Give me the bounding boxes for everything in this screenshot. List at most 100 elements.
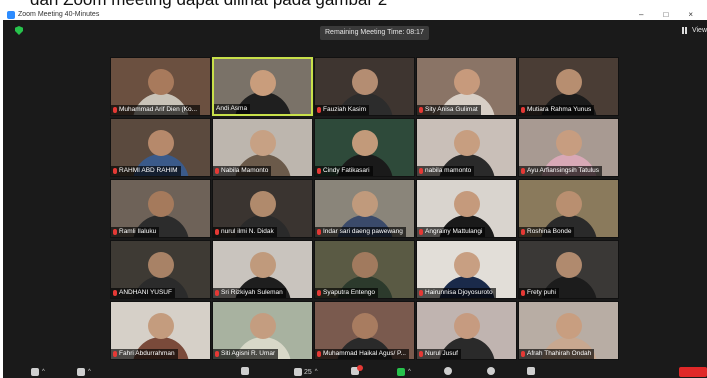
participant-tile[interactable]: nurul ilmi N. Didak	[212, 179, 313, 238]
mute-control[interactable]: ^	[31, 367, 45, 377]
participant-tile[interactable]: Andi Asma	[212, 57, 313, 116]
participant-tile[interactable]: Nurul Jusuf	[416, 301, 517, 360]
muted-microphone-icon	[419, 290, 423, 296]
participant-name-label: Frety puhi	[519, 288, 559, 298]
share-screen-icon	[397, 368, 405, 376]
participant-face	[147, 69, 174, 96]
participant-name-label: nurul ilmi N. Didak	[213, 227, 277, 237]
participant-name-label: Indar sari daeng pawewang	[315, 227, 406, 237]
chevron-up-icon[interactable]: ^	[88, 367, 91, 377]
participant-tile[interactable]: Sity Anisa Gulimat	[416, 57, 517, 116]
participant-tile[interactable]: Hairunnisa Djoyosuroto	[416, 240, 517, 299]
participant-name: Syaputra Entengo	[323, 289, 376, 296]
participants-icon	[294, 368, 302, 376]
chevron-up-icon[interactable]: ^	[42, 367, 45, 377]
participant-name-label: nabila mamonto	[417, 166, 475, 176]
chevron-up-icon[interactable]: ^	[408, 367, 411, 377]
participant-tile[interactable]: Sri Rizkiyah Suleman	[212, 240, 313, 299]
participant-name: Frety puhi	[527, 289, 556, 296]
participant-name: Mutiara Rahma Yunus	[527, 106, 592, 113]
participant-name: nabila mamonto	[425, 167, 472, 174]
participant-face	[453, 69, 480, 96]
muted-microphone-icon	[419, 351, 423, 357]
participant-name: Fahri Abdurrahman	[119, 350, 175, 357]
maximize-button[interactable]: □	[663, 9, 668, 20]
participant-tile[interactable]: Afrah Thahirah Ondah	[518, 301, 619, 360]
participant-face	[351, 313, 378, 340]
participant-name-label: Muhammad Arif Dien (Ko...	[111, 105, 201, 115]
participant-face	[249, 70, 276, 96]
participant-face	[555, 313, 582, 340]
participant-name: Angrainy Mattulangi	[425, 228, 483, 235]
muted-microphone-icon	[521, 290, 525, 296]
video-control[interactable]: ^	[77, 367, 91, 377]
participant-name: Sri Rizkiyah Suleman	[221, 289, 283, 296]
participant-name-label: ANDHANI YUSUF	[111, 288, 175, 298]
participants-control[interactable]: 25 ^	[294, 367, 318, 377]
participant-face	[555, 252, 582, 279]
participant-tile[interactable]: RAHMI ABD RAHIM	[110, 118, 211, 177]
participant-tile[interactable]: nabila mamonto	[416, 118, 517, 177]
muted-microphone-icon	[317, 107, 321, 113]
participant-name: Indar sari daeng pawewang	[323, 228, 403, 235]
view-button[interactable]: View	[681, 27, 707, 34]
share-screen-control[interactable]: ^	[397, 367, 411, 377]
participant-name: Andi Asma	[216, 105, 248, 112]
participant-face	[249, 130, 276, 157]
participant-tile[interactable]: Ramli Ilaluku	[110, 179, 211, 238]
participant-name-label: Mutiara Rahma Yunus	[519, 105, 595, 115]
participant-tile[interactable]: Syaputra Entengo	[314, 240, 415, 299]
participant-face	[249, 313, 276, 340]
participant-name: Ayu Arfiansingsih Tatulus	[527, 167, 600, 174]
participant-name-label: Nabila Mamonto	[213, 166, 272, 176]
participant-tile[interactable]: Indar sari daeng pawewang	[314, 179, 415, 238]
participant-tile[interactable]: Muhammad Arif Dien (Ko...	[110, 57, 211, 116]
participant-tile[interactable]: Roshina Bonde	[518, 179, 619, 238]
participant-tile[interactable]: Fahri Abdurrahman	[110, 301, 211, 360]
shield-icon	[241, 367, 249, 376]
zoom-window: Zoom Meeting 40-Minutes – □ × Remaining …	[3, 9, 707, 378]
muted-microphone-icon	[317, 290, 321, 296]
participant-tile[interactable]: Cindy Fatikasari	[314, 118, 415, 177]
participant-name: ANDHANI YUSUF	[119, 289, 172, 296]
muted-microphone-icon	[215, 168, 219, 174]
participant-name: Afrah Thahirah Ondah	[527, 350, 592, 357]
participant-tile[interactable]: Nabila Mamonto	[212, 118, 313, 177]
minimize-button[interactable]: –	[639, 9, 643, 20]
participant-face	[351, 252, 378, 279]
participant-name-label: Hairunnisa Djoyosuroto	[417, 288, 496, 298]
participant-tile[interactable]: Fauziah Kasim	[314, 57, 415, 116]
reactions-control[interactable]	[487, 367, 495, 377]
participant-face	[453, 252, 480, 279]
participant-name: nurul ilmi N. Didak	[221, 228, 274, 235]
participant-tile[interactable]: Muhammad Haikal Agus/ P...	[314, 301, 415, 360]
participant-name: Muhammad Arif Dien (Ko...	[119, 106, 198, 113]
muted-microphone-icon	[419, 168, 423, 174]
participant-tile[interactable]: ANDHANI YUSUF	[110, 240, 211, 299]
participant-tile[interactable]: Mutiara Rahma Yunus	[518, 57, 619, 116]
participant-tile[interactable]: Ayu Arfiansingsih Tatulus	[518, 118, 619, 177]
close-button[interactable]: ×	[688, 9, 693, 20]
participant-tile[interactable]: Siti Agisni R. Umar	[212, 301, 313, 360]
participant-name-label: Fauziah Kasim	[315, 105, 369, 115]
chevron-up-icon[interactable]: ^	[315, 367, 318, 377]
apps-control[interactable]	[527, 367, 535, 377]
reactions-icon	[487, 367, 495, 376]
security-control[interactable]	[241, 367, 249, 377]
participant-name: Nabila Mamonto	[221, 167, 269, 174]
participant-face	[249, 191, 276, 218]
security-shield-icon[interactable]	[15, 26, 23, 35]
participant-tile[interactable]: Frety puhi	[518, 240, 619, 299]
participant-face	[555, 130, 582, 157]
participant-face	[453, 191, 480, 218]
muted-microphone-icon	[521, 168, 525, 174]
record-control[interactable]	[444, 367, 452, 377]
participant-name-label: Roshina Bonde	[519, 227, 575, 237]
chat-control[interactable]	[351, 365, 363, 377]
muted-microphone-icon	[521, 351, 525, 357]
participant-tile[interactable]: Angrainy Mattulangi	[416, 179, 517, 238]
participant-name-label: Andi Asma	[214, 104, 251, 114]
meeting-topbar: Remaining Meeting Time: 08:17 View	[3, 20, 707, 48]
participant-name-label: Siti Agisni R. Umar	[213, 349, 279, 359]
end-meeting-button[interactable]	[679, 367, 707, 377]
